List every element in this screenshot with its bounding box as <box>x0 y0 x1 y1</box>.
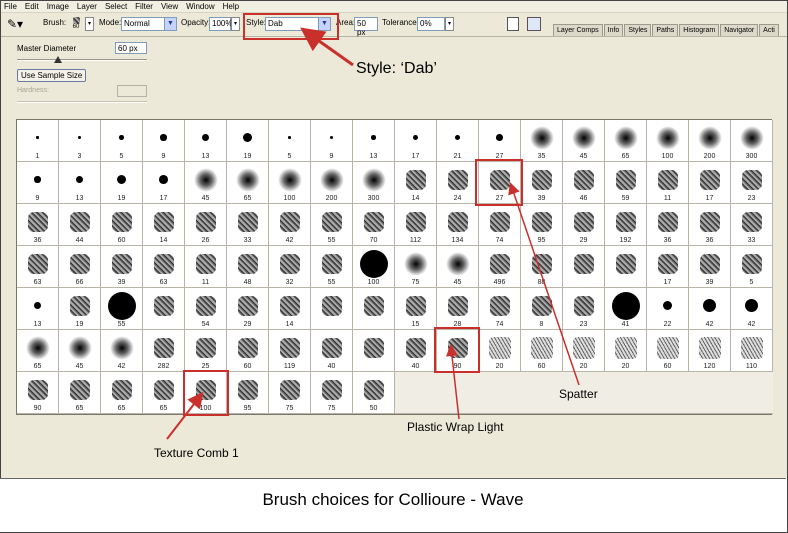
spatter-callout: Spatter <box>559 387 598 401</box>
photoshop-window: File Edit Image Layer Select Filter View… <box>1 1 787 478</box>
plastic-wrap-callout: Plastic Wrap Light <box>407 420 504 434</box>
figure-caption: Brush choices for Collioure - Wave <box>0 478 786 532</box>
style-arrow <box>300 27 354 67</box>
texture-comb-arrow <box>166 391 204 440</box>
style-callout: Style: ‘Dab’ <box>356 60 437 77</box>
spatter-arrow <box>508 182 580 386</box>
texture-comb-callout: Texture Comb 1 <box>154 446 239 460</box>
plastic-wrap-arrow <box>446 344 460 420</box>
